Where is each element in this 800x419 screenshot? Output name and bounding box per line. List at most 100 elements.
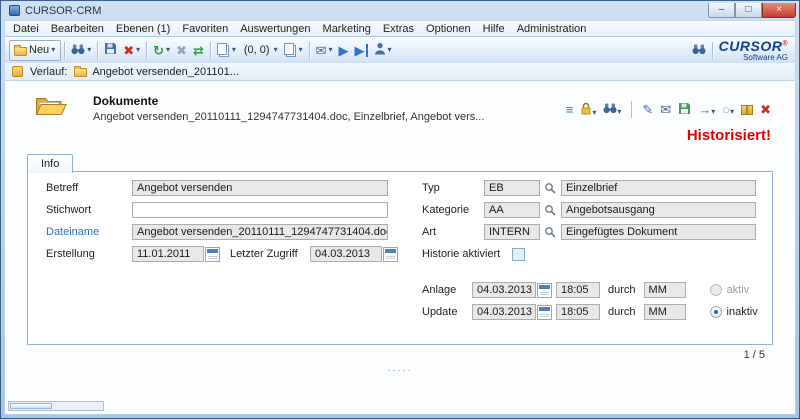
icon-separator [631,101,632,118]
content-area: Dokumente Angebot versenden_20110111_129… [4,81,796,415]
save-button[interactable] [101,40,120,61]
chevron-down-icon: ▾ [711,107,715,116]
package-icon[interactable] [741,105,753,115]
calendar-icon[interactable] [205,247,220,262]
form-right-column: Typ EB Einzelbrief Kategorie AA Angebots… [398,180,762,326]
folder-icon [74,68,87,77]
menu-ebenen[interactable]: Ebenen (1) [110,22,176,36]
lookup-icon[interactable] [543,181,557,195]
art-code-field: INTERN [484,224,540,240]
user-icon [374,42,386,58]
letzter-zugriff-label: Letzter Zugriff [230,248,310,260]
historie-checkbox[interactable] [512,248,525,261]
delete-x-icon: ✖ [123,44,134,57]
menu-marketing[interactable]: Marketing [317,22,377,36]
horizontal-scrollbar[interactable] [8,401,104,411]
binoculars-icon [692,43,706,58]
workflow-start-button[interactable]: ▶ [336,40,352,61]
mail-envelope-icon[interactable]: ✉ [660,103,671,116]
close-record-icon[interactable]: ✖ [760,103,771,116]
app-window: CURSOR-CRM – □ × Datei Bearbeiten Ebenen… [0,0,800,419]
global-search-button[interactable] [689,40,709,61]
binoculars-icon [71,43,85,58]
play-icon: ▶ [339,44,349,57]
edit-pencil-icon[interactable]: ✎ [642,103,653,116]
discard-x-icon: ✖ [176,44,187,57]
mail-button[interactable]: ✉ ▾ [313,40,336,61]
scrollbar-thumb[interactable] [10,403,52,409]
typ-label: Typ [422,182,484,194]
update-row: Update 04.03.2013 18:05 durch MM inaktiv [422,304,762,320]
close-button[interactable]: × [762,3,796,18]
list-icon[interactable]: ≡ [566,103,574,116]
kategorie-text-field: Angebotsausgang [561,202,756,218]
anlage-durch-label: durch [608,284,636,296]
history-entry[interactable]: Angebot versenden_201101... [74,66,239,78]
chevron-down-icon: ▾ [166,46,170,54]
lookup-icon[interactable] [543,203,557,217]
aktiv-radio[interactable] [710,284,722,296]
menu-auswertungen[interactable]: Auswertungen [234,22,316,36]
update-date-field: 04.03.2013 [472,304,536,320]
inaktiv-label: inaktiv [727,306,758,318]
page-subtitle: Angebot versenden_20110111_1294747731404… [93,111,484,123]
brand-name: CURSOR® [719,39,788,53]
chevron-down-icon: ▾ [274,46,278,54]
calendar-icon[interactable] [383,247,398,262]
export-button[interactable]: →▾ [698,103,715,117]
menu-datei[interactable]: Datei [7,22,45,36]
lookup-icon[interactable] [543,225,557,239]
menu-hilfe[interactable]: Hilfe [477,22,511,36]
update-label: Update [422,306,472,318]
discard-button[interactable]: ✖ [173,40,190,61]
history-label: Verlauf: [30,66,67,78]
refresh-button[interactable]: ↻ ▾ [150,40,173,61]
maximize-button[interactable]: □ [735,3,762,18]
user-button[interactable]: ▾ [371,40,395,61]
lock-button[interactable]: ▾ [580,102,596,118]
form-left-column: Betreff Angebot versenden Stichwort Date… [46,180,398,326]
toolbar-separator [64,42,65,59]
delete-button[interactable]: ✖ ▾ [120,40,143,61]
copy-record-button[interactable]: ▾ [214,40,239,61]
new-button[interactable]: Neu ▾ [9,40,61,61]
tab-info[interactable]: Info [27,154,73,173]
menu-extras[interactable]: Extras [377,22,420,36]
export-record-button[interactable]: ▾ [281,40,306,61]
historie-row: Historie aktiviert [422,246,762,262]
new-folder-icon [14,47,27,56]
link-button[interactable]: ○▾ [722,103,734,117]
new-button-label: Neu [29,44,49,56]
art-text-field: Eingefügtes Dokument [561,224,756,240]
search-record-button[interactable]: ▾ [603,102,621,117]
dateiname-label[interactable]: Dateiname [46,226,132,238]
stichwort-input[interactable] [132,202,388,218]
record-counter-button[interactable]: (0, 0) ▾ [239,40,281,61]
info-panel: Betreff Angebot versenden Stichwort Date… [27,171,773,345]
menu-administration[interactable]: Administration [511,22,593,36]
chevron-down-icon: ▾ [617,107,621,116]
typ-row: Typ EB Einzelbrief [422,180,762,196]
menu-optionen[interactable]: Optionen [420,22,477,36]
toolbar-separator [146,42,147,59]
save-record-button[interactable] [678,102,691,118]
splitter-handle[interactable]: ····· [5,367,795,373]
update-time-field: 18:05 [556,304,600,320]
anlage-row: Anlage 04.03.2013 18:05 durch MM aktiv [422,282,762,298]
menu-bearbeiten[interactable]: Bearbeiten [45,22,110,36]
calendar-icon[interactable] [537,305,552,320]
historie-label: Historie aktiviert [422,248,512,260]
minimize-button[interactable]: – [708,3,735,18]
kategorie-row: Kategorie AA Angebotsausgang [422,202,762,218]
record-counter-label: (0, 0) [242,44,272,56]
envelope-icon: ✉ [316,44,327,57]
search-button[interactable]: ▾ [68,40,94,61]
transfer-button[interactable]: ⇄ [190,40,207,61]
lock-icon [580,106,592,118]
stichwort-row: Stichwort [46,202,398,218]
history-entry-label: Angebot versenden_201101... [92,66,239,78]
workflow-next-button[interactable]: ▶ [352,40,371,61]
inaktiv-radio[interactable] [710,306,722,318]
menu-favoriten[interactable]: Favoriten [176,22,234,36]
calendar-icon[interactable] [537,283,552,298]
